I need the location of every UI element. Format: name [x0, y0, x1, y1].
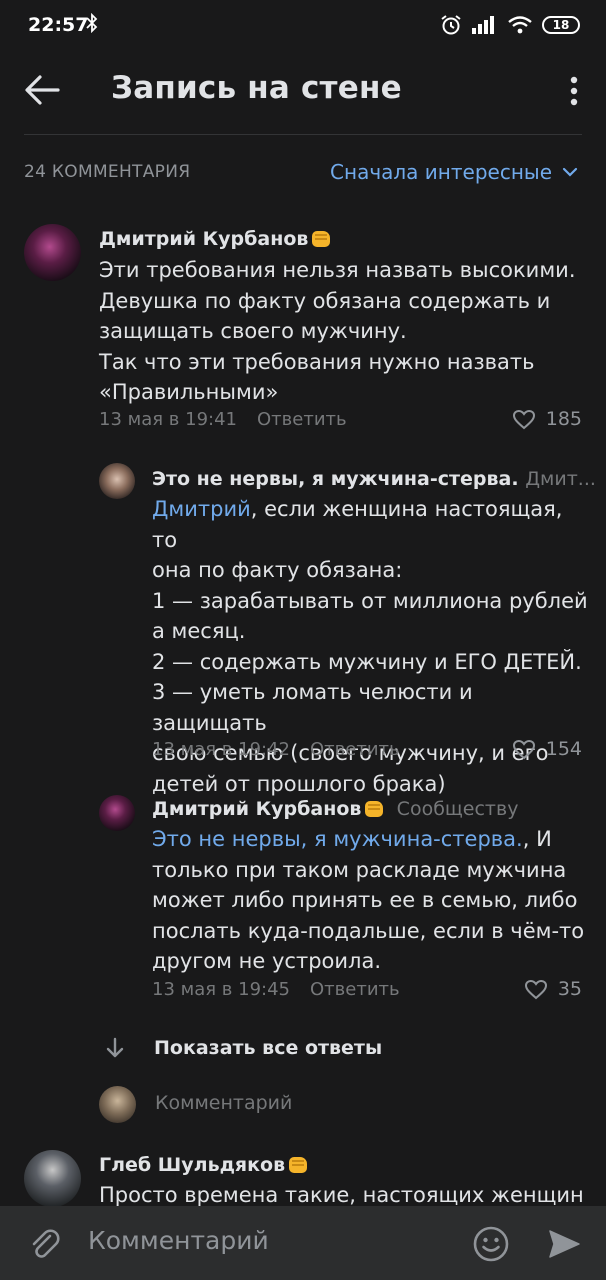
mention-link[interactable]: Это не нервы, я мужчина-стерва.	[152, 827, 523, 851]
comment-input-bar: Комментарий	[0, 1206, 606, 1280]
like-count: 35	[557, 978, 582, 1000]
more-vertical-icon[interactable]	[568, 74, 580, 110]
comments-count: 24 КОММЕНТАРИЯ	[24, 162, 191, 182]
avatar[interactable]	[24, 224, 81, 281]
show-all-replies-button[interactable]: Показать все ответы	[104, 1036, 382, 1060]
comment-date: 13 мая в 19:45	[152, 979, 290, 1000]
emoji-icon[interactable]	[472, 1225, 510, 1267]
reply-button[interactable]: Ответить	[310, 979, 400, 1000]
bluetooth-icon	[86, 12, 98, 38]
arrow-down-icon	[106, 1037, 124, 1058]
comment-input[interactable]: Комментарий	[88, 1226, 269, 1255]
mention-link[interactable]: Дмитрий	[152, 497, 251, 521]
signal-icon	[472, 16, 494, 34]
show-all-replies-label: Показать все ответы	[154, 1037, 383, 1059]
avatar[interactable]	[99, 463, 135, 499]
status-bar: 22:57 18	[0, 0, 606, 52]
comment-author[interactable]: Это не нервы, я мужчина-стерва. Дмит...	[152, 468, 596, 490]
comment-meta: 13 мая в 19:45 Ответить	[152, 979, 400, 1000]
like-button[interactable]: 185	[512, 408, 582, 430]
fist-emoji-icon	[289, 1157, 308, 1173]
fist-emoji-icon	[365, 801, 384, 817]
comment-author[interactable]: Дмитрий Курбанов	[99, 228, 331, 250]
header-divider	[24, 134, 582, 135]
comment-meta: 13 мая в 19:42 Ответить	[152, 739, 400, 760]
avatar[interactable]	[24, 1150, 81, 1207]
reply-comment-input[interactable]: Комментарий	[155, 1092, 292, 1114]
fist-emoji-icon	[312, 231, 331, 247]
status-time: 22:57	[28, 14, 89, 36]
like-button[interactable]: 154	[512, 738, 582, 760]
status-icons: 18	[440, 14, 580, 36]
comment-meta: 13 мая в 19:41 Ответить	[99, 409, 347, 430]
send-icon[interactable]	[546, 1226, 582, 1266]
comment-date: 13 мая в 19:42	[152, 739, 290, 760]
wifi-icon	[508, 16, 532, 34]
like-button[interactable]: 35	[524, 978, 582, 1000]
back-arrow-icon[interactable]	[22, 72, 62, 108]
comment-text: Это не нервы, я мужчина-стерва., И тольк…	[152, 827, 585, 973]
page-title: Запись на стене	[111, 70, 402, 106]
sort-label: Сначала интересные	[330, 160, 552, 184]
app-header: Запись на стене	[0, 52, 606, 132]
alarm-icon	[441, 15, 461, 35]
like-count: 185	[545, 408, 582, 430]
comment-author[interactable]: Дмитрий Курбанов Сообществу	[152, 798, 518, 820]
heart-icon	[512, 409, 535, 429]
comment-author[interactable]: Глеб Шульдяков	[99, 1154, 308, 1176]
battery-icon: 18	[542, 16, 580, 34]
sort-dropdown[interactable]: Сначала интересные	[330, 160, 578, 184]
like-count: 154	[545, 738, 582, 760]
reply-button[interactable]: Ответить	[310, 739, 400, 760]
comment-text: Эти требования нельзя назвать высокими. …	[99, 258, 576, 404]
reply-button[interactable]: Ответить	[257, 409, 347, 430]
my-avatar	[99, 1086, 136, 1123]
chevron-down-icon	[562, 167, 578, 177]
heart-icon	[524, 979, 547, 999]
attach-icon[interactable]	[26, 1226, 62, 1266]
avatar[interactable]	[99, 795, 135, 831]
comment-date: 13 мая в 19:41	[99, 409, 237, 430]
heart-icon	[512, 739, 535, 759]
